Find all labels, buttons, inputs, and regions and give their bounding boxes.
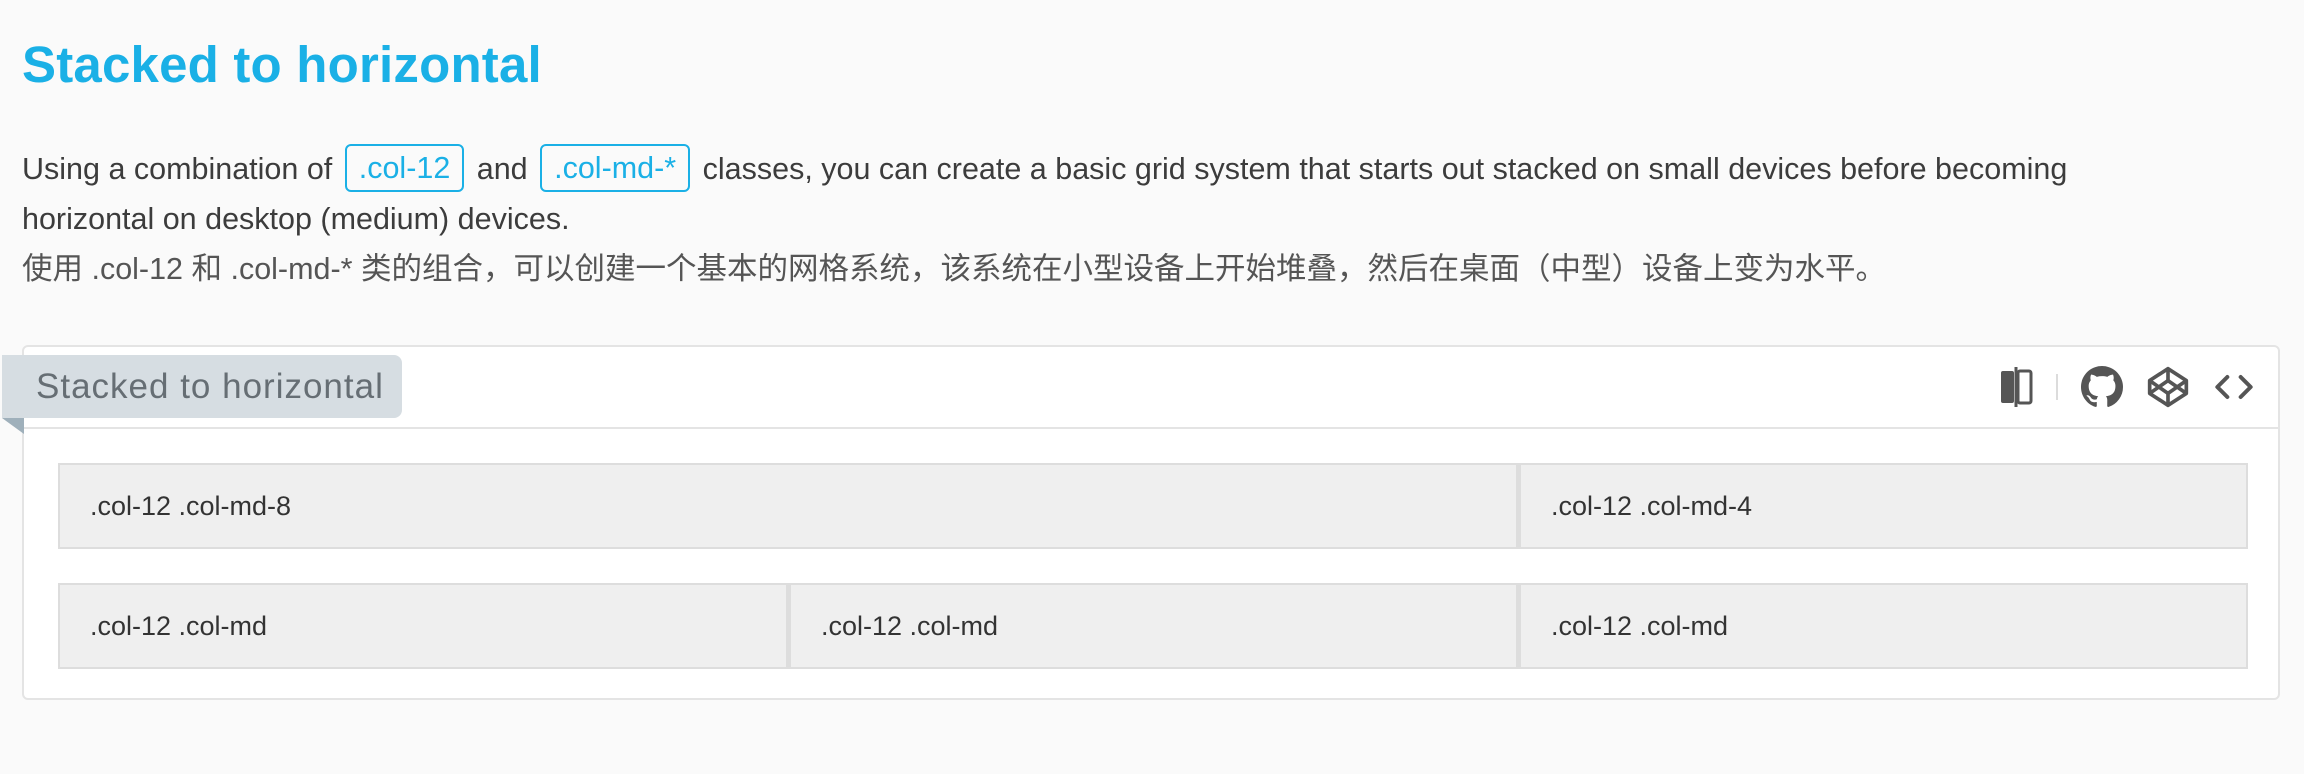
grid-cell: .col-12 .col-md-4 xyxy=(1518,463,2248,549)
description-line-1: Using a combination of .col-12 and .col-… xyxy=(22,144,2262,194)
grid-demo: .col-12 .col-md-8 .col-12 .col-md-4 .col… xyxy=(58,463,2248,669)
code-chip-col-12: .col-12 xyxy=(344,144,465,192)
grid-cell: .col-12 .col-md xyxy=(1517,583,2248,669)
description-text: and xyxy=(468,152,537,186)
demo-tag-fold xyxy=(2,418,24,434)
grid-cell: .col-12 .col-md xyxy=(787,583,1518,669)
section-description: Using a combination of .col-12 and .col-… xyxy=(22,144,2262,294)
github-icon[interactable] xyxy=(2080,365,2124,409)
grid-row: .col-12 .col-md .col-12 .col-md .col-12 … xyxy=(58,583,2248,669)
grid-row: .col-12 .col-md-8 .col-12 .col-md-4 xyxy=(58,463,2248,549)
demo-toolbar xyxy=(1972,365,2256,409)
compare-icon[interactable] xyxy=(1994,365,2038,409)
code-chip-col-md: .col-md-* xyxy=(540,144,691,192)
grid-cell: .col-12 .col-md xyxy=(58,583,788,669)
code-icon[interactable] xyxy=(2212,365,2256,409)
demo-tag: Stacked to horizontal xyxy=(2,355,402,418)
toolbar-divider xyxy=(2056,374,2058,400)
description-text: Using a combination of xyxy=(22,152,341,186)
codepen-icon[interactable] xyxy=(2146,365,2190,409)
section-title: Stacked to horizontal xyxy=(22,36,542,93)
grid-cell: .col-12 .col-md-8 xyxy=(58,463,1518,549)
description-translation: 使用 .col-12 和 .col-md-* 类的组合，可以创建一个基本的网格系… xyxy=(22,252,1886,286)
demo-card: Stacked to horizontal .col-12 .col-md-8 … xyxy=(2,345,2280,700)
description-text: classes, you can create a basic grid sys… xyxy=(694,152,2068,186)
demo-header: Stacked to horizontal xyxy=(2,347,2278,434)
description-line-2: horizontal on desktop (medium) devices. xyxy=(22,202,570,236)
page: Stacked to horizontal Using a combinatio… xyxy=(0,0,2304,774)
